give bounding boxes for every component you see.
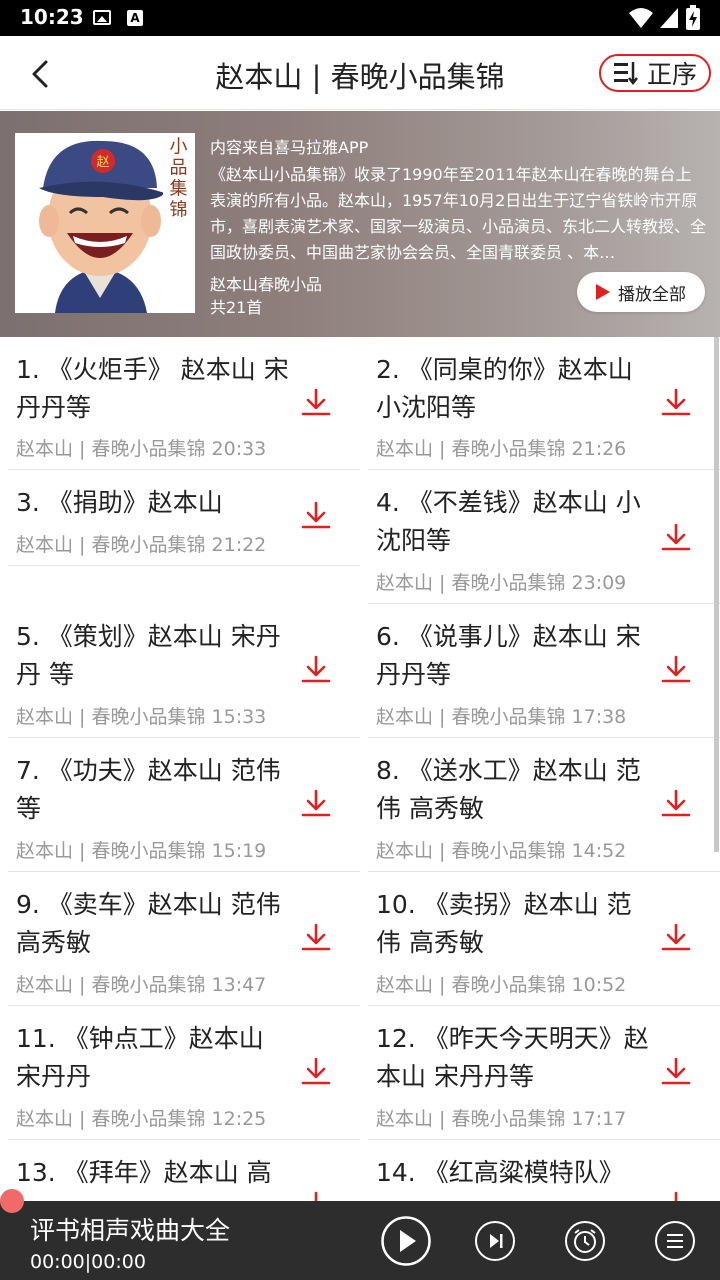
download-icon[interactable] bbox=[300, 1190, 332, 1201]
track-title: 8. 《送水工》赵本山 范伟 高秀敏 bbox=[376, 756, 641, 823]
status-bar: 10:23 A bbox=[0, 0, 720, 36]
title-bar: 赵本山 | 春晚小品集锦 正序 bbox=[0, 36, 720, 110]
track-title: 2. 《同桌的你》赵本山 小沈阳等 bbox=[376, 355, 633, 422]
cover-illustration: 赵 赵本山小品集锦 bbox=[15, 133, 195, 313]
playlist-menu-button[interactable] bbox=[654, 1220, 696, 1262]
play-icon bbox=[596, 284, 610, 300]
track-item[interactable]: 3. 《捐助》赵本山 赵本山 | 春晚小品集锦 21:22 bbox=[8, 470, 360, 566]
player-title: 评书相声戏曲大全 bbox=[30, 1216, 231, 1245]
sort-order-label: 正序 bbox=[646, 60, 697, 89]
track-meta: 赵本山 | 春晚小品集锦 14:52 bbox=[376, 840, 627, 862]
timer-button[interactable] bbox=[564, 1220, 606, 1262]
track-meta: 赵本山 | 春晚小品集锦 21:26 bbox=[376, 438, 627, 460]
scrollbar[interactable] bbox=[714, 337, 719, 852]
track-meta: 赵本山 | 春晚小品集锦 10:52 bbox=[376, 974, 627, 996]
track-meta: 赵本山 | 春晚小品集锦 17:17 bbox=[376, 1108, 627, 1130]
sort-order-button[interactable]: 正序 bbox=[599, 54, 711, 92]
download-icon[interactable] bbox=[300, 922, 332, 954]
track-item[interactable]: 13. 《拜年》赵本山 高 bbox=[8, 1140, 360, 1201]
download-icon[interactable] bbox=[300, 654, 332, 686]
track-meta: 赵本山 | 春晚小品集锦 15:33 bbox=[16, 706, 267, 728]
wifi-icon bbox=[629, 8, 653, 28]
play-all-label: 播放全部 bbox=[618, 284, 686, 305]
track-item[interactable]: 2. 《同桌的你》赵本山 小沈阳等 赵本山 | 春晚小品集锦 21:26 bbox=[368, 337, 720, 470]
status-time: 10:23 bbox=[20, 5, 84, 29]
track-item[interactable]: 8. 《送水工》赵本山 范伟 高秀敏 赵本山 | 春晚小品集锦 14:52 bbox=[368, 738, 720, 872]
track-meta: 赵本山 | 春晚小品集锦 12:25 bbox=[16, 1108, 267, 1130]
mini-player[interactable]: 评书相声戏曲大全 00:00|00:00 bbox=[0, 1201, 720, 1280]
track-item[interactable]: 7. 《功夫》赵本山 范伟等 赵本山 | 春晚小品集锦 15:19 bbox=[8, 738, 360, 872]
track-title: 3. 《捐助》赵本山 bbox=[16, 488, 223, 517]
track-title: 10. 《卖拐》赵本山 范伟 高秀敏 bbox=[376, 890, 632, 957]
a-notification-icon: A bbox=[127, 10, 143, 26]
sort-icon bbox=[613, 62, 638, 86]
album-author: 赵本山春晚小品 bbox=[210, 275, 323, 294]
download-icon[interactable] bbox=[660, 387, 692, 419]
menu-icon bbox=[667, 1234, 683, 1248]
track-item[interactable]: 4. 《不差钱》赵本山 小沈阳等 赵本山 | 春晚小品集锦 23:09 bbox=[368, 470, 720, 604]
play-button[interactable] bbox=[380, 1215, 432, 1267]
download-icon[interactable] bbox=[660, 788, 692, 820]
track-item[interactable]: 5. 《策划》赵本山 宋丹丹 等 赵本山 | 春晚小品集锦 15:33 bbox=[8, 604, 360, 738]
next-icon bbox=[490, 1234, 499, 1248]
track-title: 9. 《卖车》赵本山 范伟高秀敏 bbox=[16, 890, 281, 957]
battery-icon bbox=[686, 5, 700, 30]
download-icon[interactable] bbox=[300, 387, 332, 419]
track-item[interactable]: 9. 《卖车》赵本山 范伟高秀敏 赵本山 | 春晚小品集锦 13:47 bbox=[8, 872, 360, 1006]
download-icon[interactable] bbox=[660, 1056, 692, 1088]
track-meta: 赵本山 | 春晚小品集锦 17:38 bbox=[376, 706, 627, 728]
track-item[interactable]: 14. 《红高粱模特队》 bbox=[368, 1140, 720, 1201]
cover-calligraphy: 赵本山小品集锦 bbox=[167, 133, 188, 221]
track-title: 1. 《火炬手》 赵本山 宋丹丹等 bbox=[16, 355, 289, 422]
signal-icon bbox=[660, 8, 678, 28]
play-icon bbox=[400, 1230, 416, 1252]
download-icon[interactable] bbox=[660, 1190, 692, 1201]
play-all-button[interactable]: 播放全部 bbox=[577, 272, 705, 312]
track-item[interactable]: 6. 《说事儿》赵本山 宋丹丹等 赵本山 | 春晚小品集锦 17:38 bbox=[368, 604, 720, 738]
track-meta: 赵本山 | 春晚小品集锦 13:47 bbox=[16, 974, 267, 996]
player-time: 00:00|00:00 bbox=[30, 1251, 146, 1273]
track-meta: 赵本山 | 春晚小品集锦 15:19 bbox=[16, 840, 267, 862]
track-item[interactable]: 11. 《钟点工》赵本山 宋丹丹 赵本山 | 春晚小品集锦 12:25 bbox=[8, 1006, 360, 1140]
album-cover: 赵 赵本山小品集锦 bbox=[15, 133, 195, 313]
track-meta: 赵本山 | 春晚小品集锦 23:09 bbox=[376, 572, 627, 594]
track-title: 12. 《昨天今天明天》赵本山 宋丹丹等 bbox=[376, 1024, 649, 1091]
track-title: 5. 《策划》赵本山 宋丹丹 等 bbox=[16, 622, 281, 689]
track-item[interactable]: 12. 《昨天今天明天》赵本山 宋丹丹等 赵本山 | 春晚小品集锦 17:17 bbox=[368, 1006, 720, 1140]
track-title: 13. 《拜年》赵本山 高 bbox=[16, 1158, 272, 1187]
track-title: 6. 《说事儿》赵本山 宋丹丹等 bbox=[376, 622, 641, 689]
download-icon[interactable] bbox=[300, 1056, 332, 1088]
download-icon[interactable] bbox=[300, 500, 332, 532]
album-track-count: 共21首 bbox=[210, 298, 263, 317]
track-title: 11. 《钟点工》赵本山 宋丹丹 bbox=[16, 1024, 264, 1091]
download-icon[interactable] bbox=[300, 788, 332, 820]
image-notification-icon bbox=[93, 10, 111, 25]
track-item[interactable]: 1. 《火炬手》 赵本山 宋丹丹等 赵本山 | 春晚小品集锦 20:33 bbox=[8, 337, 360, 470]
download-icon[interactable] bbox=[660, 522, 692, 554]
track-title: 4. 《不差钱》赵本山 小沈阳等 bbox=[376, 488, 641, 555]
download-icon[interactable] bbox=[660, 922, 692, 954]
download-icon[interactable] bbox=[660, 654, 692, 686]
track-list: 1. 《火炬手》 赵本山 宋丹丹等 赵本山 | 春晚小品集锦 20:33 2. … bbox=[0, 337, 720, 1201]
album-description: 《赵本山小品集锦》收录了1990年至2011年赵本山在春晚的舞台上表演的所有小品… bbox=[210, 165, 706, 262]
track-meta: 赵本山 | 春晚小品集锦 20:33 bbox=[16, 438, 267, 460]
track-meta: 赵本山 | 春晚小品集锦 21:22 bbox=[16, 534, 267, 556]
track-item[interactable]: 10. 《卖拐》赵本山 范伟 高秀敏 赵本山 | 春晚小品集锦 10:52 bbox=[368, 872, 720, 1006]
progress-handle[interactable] bbox=[0, 1189, 24, 1213]
album-header: 赵 赵本山小品集锦 内容来自喜马拉雅APP 《赵本山小品集锦》收录了1990年至… bbox=[0, 111, 720, 337]
next-button[interactable] bbox=[474, 1220, 516, 1262]
cover-hat-text: 赵 bbox=[96, 155, 109, 170]
track-title: 7. 《功夫》赵本山 范伟等 bbox=[16, 756, 281, 823]
album-source: 内容来自喜马拉雅APP bbox=[210, 138, 369, 157]
track-title: 14. 《红高粱模特队》 bbox=[376, 1158, 624, 1187]
